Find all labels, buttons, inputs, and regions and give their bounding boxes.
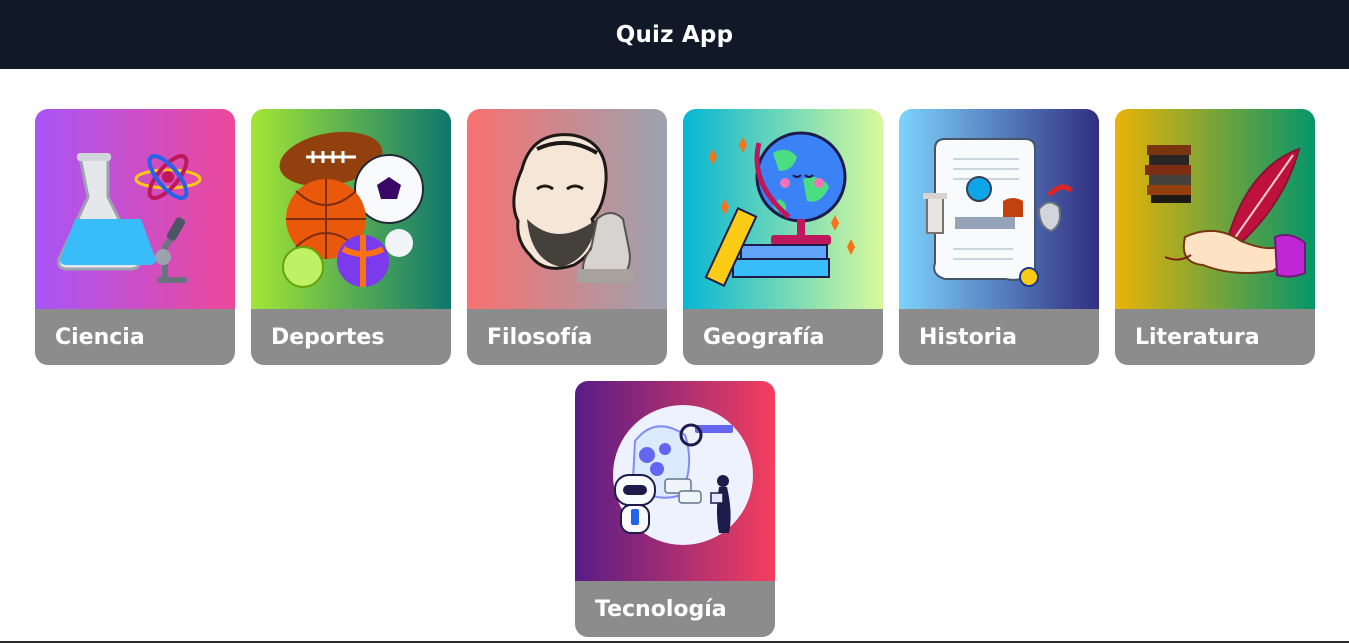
category-card-literatura[interactable]: Literatura: [1115, 109, 1315, 365]
science-flask-icon: [35, 109, 235, 309]
history-scroll-icon: [899, 109, 1099, 309]
technology-robot-icon: [575, 381, 775, 581]
category-label: Geografía: [703, 324, 825, 350]
category-label-bar: Tecnología: [575, 581, 775, 637]
category-label: Historia: [919, 324, 1017, 350]
category-label-bar: Historia: [899, 309, 1099, 365]
app-header: Quiz App: [0, 0, 1349, 69]
philosopher-bust-icon: [467, 109, 667, 309]
category-label: Ciencia: [55, 324, 145, 350]
category-label-bar: Geografía: [683, 309, 883, 365]
category-card-tecnologia[interactable]: Tecnología: [575, 381, 775, 637]
category-label: Deportes: [271, 324, 385, 350]
category-label-bar: Literatura: [1115, 309, 1315, 365]
category-label: Tecnología: [595, 596, 727, 622]
globe-icon: [683, 109, 883, 309]
category-label: Filosofía: [487, 324, 593, 350]
category-card-filosofia[interactable]: Filosofía: [467, 109, 667, 365]
category-label-bar: Filosofía: [467, 309, 667, 365]
category-label: Literatura: [1135, 324, 1260, 350]
category-card-geografia[interactable]: Geografía: [683, 109, 883, 365]
app-title: Quiz App: [615, 21, 734, 48]
category-card-deportes[interactable]: Deportes: [251, 109, 451, 365]
category-card-ciencia[interactable]: Ciencia: [35, 109, 235, 365]
category-label-bar: Ciencia: [35, 309, 235, 365]
sports-balls-icon: [251, 109, 451, 309]
category-card-historia[interactable]: Historia: [899, 109, 1099, 365]
category-label-bar: Deportes: [251, 309, 451, 365]
books-quill-icon: [1115, 109, 1315, 309]
